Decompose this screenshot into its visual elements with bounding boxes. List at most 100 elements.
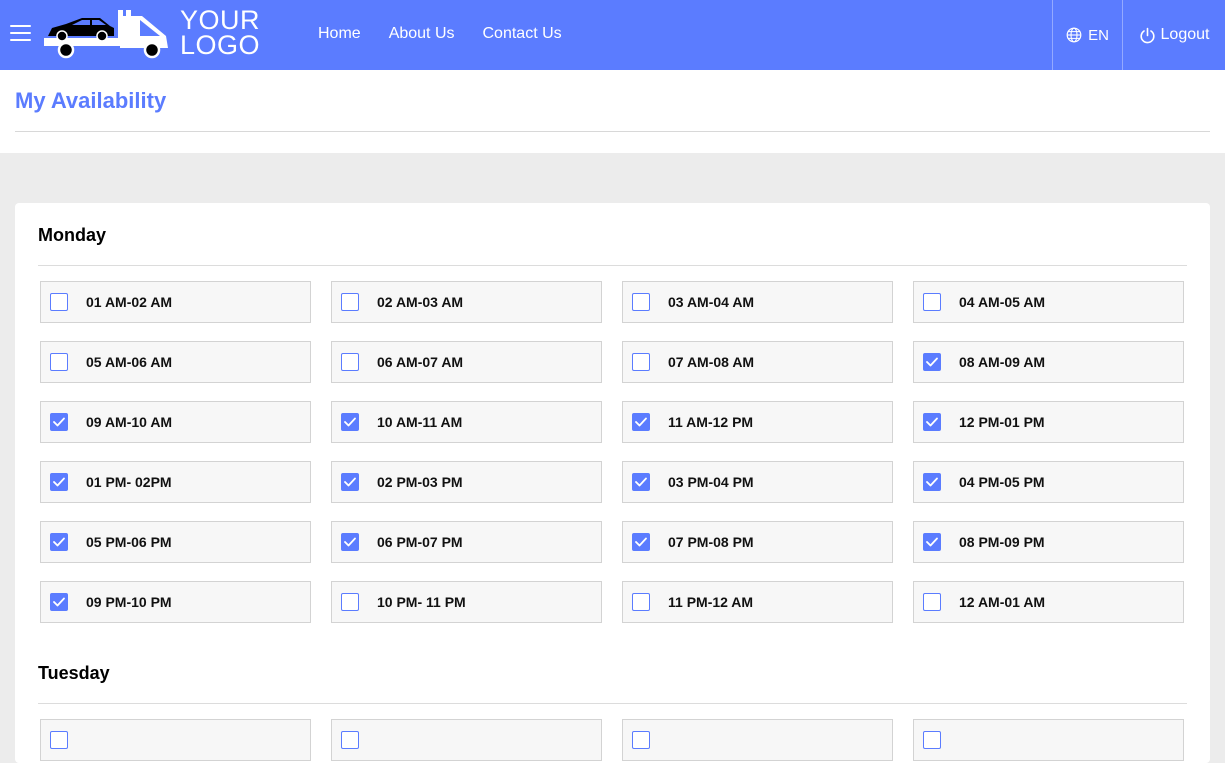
time-slot[interactable]: 06 PM-07 PM bbox=[331, 521, 602, 563]
checkbox[interactable] bbox=[632, 293, 650, 311]
checkbox[interactable] bbox=[341, 731, 359, 749]
checkmark-icon bbox=[635, 417, 647, 427]
checkbox[interactable] bbox=[341, 593, 359, 611]
time-slot[interactable] bbox=[913, 719, 1184, 761]
checkbox[interactable] bbox=[632, 353, 650, 371]
time-slot[interactable]: 03 AM-04 AM bbox=[622, 281, 893, 323]
nav-about-link[interactable]: About Us bbox=[389, 25, 455, 43]
checkmark-icon bbox=[635, 537, 647, 547]
day-title-tuesday: Tuesday bbox=[38, 663, 110, 683]
time-slot[interactable]: 09 AM-10 AM bbox=[40, 401, 311, 443]
checkbox-checked[interactable] bbox=[923, 353, 941, 371]
time-slot-label: 03 PM-04 PM bbox=[668, 474, 754, 490]
time-slot-label: 11 AM-12 PM bbox=[668, 414, 754, 430]
language-selector[interactable]: EN bbox=[1052, 0, 1122, 70]
time-slot-label: 05 PM-06 PM bbox=[86, 534, 172, 550]
time-slot-label: 04 PM-05 PM bbox=[959, 474, 1045, 490]
time-slot[interactable]: 06 AM-07 AM bbox=[331, 341, 602, 383]
top-navbar: YOUR LOGO Home About Us Contact Us EN Lo… bbox=[0, 0, 1225, 70]
main-nav: Home About Us Contact Us bbox=[318, 25, 562, 43]
globe-icon bbox=[1066, 27, 1082, 43]
time-slot[interactable]: 12 AM-01 AM bbox=[913, 581, 1184, 623]
divider bbox=[15, 131, 1210, 132]
time-slot[interactable] bbox=[622, 719, 893, 761]
checkbox[interactable] bbox=[923, 593, 941, 611]
checkbox[interactable] bbox=[50, 353, 68, 371]
time-slot[interactable]: 11 PM-12 AM bbox=[622, 581, 893, 623]
checkmark-icon bbox=[53, 597, 65, 607]
checkbox-checked[interactable] bbox=[923, 473, 941, 491]
checkmark-icon bbox=[53, 537, 65, 547]
checkmark-icon bbox=[926, 477, 938, 487]
checkmark-icon bbox=[635, 477, 647, 487]
nav-contact-link[interactable]: Contact Us bbox=[483, 25, 562, 43]
checkbox[interactable] bbox=[923, 731, 941, 749]
time-slot[interactable]: 03 PM-04 PM bbox=[622, 461, 893, 503]
checkmark-icon bbox=[53, 417, 65, 427]
time-slot[interactable]: 05 PM-06 PM bbox=[40, 521, 311, 563]
logo[interactable]: YOUR LOGO bbox=[44, 7, 264, 62]
time-slot[interactable]: 02 PM-03 PM bbox=[331, 461, 602, 503]
tow-truck-icon bbox=[44, 10, 168, 59]
logout-label: Logout bbox=[1160, 26, 1210, 43]
time-slot[interactable]: 04 AM-05 AM bbox=[913, 281, 1184, 323]
time-slot[interactable]: 07 AM-08 AM bbox=[622, 341, 893, 383]
slot-grid: 01 AM-02 AM 02 AM-03 AM 03 AM-04 AM 04 AM-0… bbox=[40, 281, 1184, 623]
time-slot[interactable] bbox=[331, 719, 602, 761]
checkbox[interactable] bbox=[50, 731, 68, 749]
page-title: My Availability bbox=[15, 88, 167, 113]
time-slot[interactable] bbox=[40, 719, 311, 761]
time-slot[interactable]: 07 PM-08 PM bbox=[622, 521, 893, 563]
logo-text: YOUR LOGO bbox=[180, 7, 260, 59]
time-slot-label: 10 PM- 11 PM bbox=[377, 594, 466, 610]
time-slot[interactable]: 10 AM-11 AM bbox=[331, 401, 602, 443]
checkmark-icon bbox=[53, 477, 65, 487]
time-slot-label: 09 AM-10 AM bbox=[86, 414, 173, 430]
time-slot[interactable]: 09 PM-10 PM bbox=[40, 581, 311, 623]
checkbox-checked[interactable] bbox=[50, 413, 68, 431]
checkbox[interactable] bbox=[923, 293, 941, 311]
day-title-monday: Monday bbox=[38, 225, 107, 245]
checkbox-checked[interactable] bbox=[50, 533, 68, 551]
checkbox-checked[interactable] bbox=[632, 533, 650, 551]
time-slot[interactable]: 02 AM-03 AM bbox=[331, 281, 602, 323]
checkmark-icon bbox=[344, 477, 356, 487]
time-slot-label: 08 AM-09 AM bbox=[959, 354, 1046, 370]
page-header: My Availability bbox=[0, 70, 1225, 153]
time-slot-label: 09 PM-10 PM bbox=[86, 594, 172, 610]
checkbox[interactable] bbox=[632, 731, 650, 749]
availability-card: Monday 01 AM-02 AM 02 AM-03 AM 03 AM-04 AM 0… bbox=[15, 203, 1210, 763]
logout-button[interactable]: Logout bbox=[1122, 0, 1225, 70]
time-slot-label: 01 AM-02 AM bbox=[86, 294, 173, 310]
time-slot[interactable]: 12 PM-01 PM bbox=[913, 401, 1184, 443]
checkmark-icon bbox=[344, 537, 356, 547]
checkbox-checked[interactable] bbox=[341, 473, 359, 491]
checkmark-icon bbox=[926, 537, 938, 547]
checkbox[interactable] bbox=[341, 293, 359, 311]
checkbox-checked[interactable] bbox=[923, 533, 941, 551]
time-slot-label: 02 PM-03 PM bbox=[377, 474, 463, 490]
hamburger-menu-icon[interactable] bbox=[10, 25, 31, 43]
time-slot[interactable]: 11 AM-12 PM bbox=[622, 401, 893, 443]
checkbox[interactable] bbox=[341, 353, 359, 371]
checkbox-checked[interactable] bbox=[923, 413, 941, 431]
checkbox-checked[interactable] bbox=[341, 533, 359, 551]
time-slot-label: 07 AM-08 AM bbox=[668, 354, 755, 370]
time-slot-label: 11 PM-12 AM bbox=[668, 594, 754, 610]
checkbox[interactable] bbox=[632, 593, 650, 611]
checkbox-checked[interactable] bbox=[50, 593, 68, 611]
checkbox-checked[interactable] bbox=[632, 413, 650, 431]
time-slot[interactable]: 04 PM-05 PM bbox=[913, 461, 1184, 503]
time-slot[interactable]: 10 PM- 11 PM bbox=[331, 581, 602, 623]
checkbox[interactable] bbox=[50, 293, 68, 311]
time-slot[interactable]: 05 AM-06 AM bbox=[40, 341, 311, 383]
time-slot[interactable]: 01 PM- 02PM bbox=[40, 461, 311, 503]
nav-home-link[interactable]: Home bbox=[318, 25, 361, 43]
checkmark-icon bbox=[344, 417, 356, 427]
time-slot[interactable]: 08 PM-09 PM bbox=[913, 521, 1184, 563]
checkbox-checked[interactable] bbox=[50, 473, 68, 491]
checkbox-checked[interactable] bbox=[341, 413, 359, 431]
checkbox-checked[interactable] bbox=[632, 473, 650, 491]
time-slot[interactable]: 08 AM-09 AM bbox=[913, 341, 1184, 383]
time-slot[interactable]: 01 AM-02 AM bbox=[40, 281, 311, 323]
